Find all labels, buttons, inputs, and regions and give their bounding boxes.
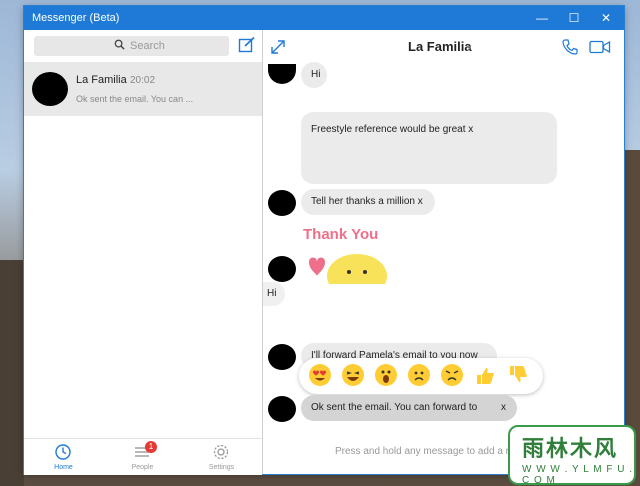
message-bubble[interactable]: Hi — [263, 282, 285, 306]
conversation-preview: Ok sent the email. You can ... — [76, 94, 194, 104]
clock-icon — [55, 444, 71, 460]
avatar — [268, 344, 296, 370]
message-bubble[interactable]: Hi — [301, 62, 327, 88]
notification-badge: 1 — [145, 441, 157, 453]
message-text: Freestyle reference would be great x — [311, 124, 474, 135]
watermark-url: W W W . Y L M F U . C O M — [522, 464, 634, 486]
message-text: Hi — [267, 288, 277, 299]
hint-text: Press and hold any message to add a r — [335, 446, 509, 457]
message-bubble[interactable]: Tell her thanks a million x — [301, 189, 435, 215]
chat-header: La Familia › — [263, 30, 624, 64]
sad-icon[interactable] — [408, 364, 430, 386]
phone-icon[interactable] — [561, 38, 579, 56]
maximize-button[interactable]: ☐ — [558, 6, 590, 30]
compose-icon[interactable] — [238, 36, 256, 54]
thank-you-sticker[interactable]: Thank You — [303, 226, 389, 284]
thumbs-down-icon[interactable] — [507, 364, 529, 386]
chevron-right-icon[interactable]: › — [467, 39, 471, 54]
message-text: Ok sent the email. You can forward to — [311, 402, 478, 413]
video-call-icon[interactable] — [589, 39, 611, 55]
nav-settings[interactable]: Settings — [182, 439, 261, 475]
search-icon — [114, 39, 125, 50]
gear-icon — [213, 444, 229, 460]
reaction-picker — [299, 358, 543, 394]
title-bar[interactable]: Messenger (Beta) — ☐ ✕ — [24, 6, 624, 30]
close-button[interactable]: ✕ — [590, 6, 622, 30]
heart-eyes-icon[interactable] — [309, 364, 331, 386]
nav-home-label: Home — [54, 464, 73, 471]
avatar — [268, 64, 296, 84]
window-title: Messenger (Beta) — [32, 12, 120, 24]
wow-icon[interactable] — [375, 364, 397, 386]
expand-icon[interactable] — [269, 38, 287, 56]
conversation-sidebar: Search La Familia 20:02 Ok sent the emai… — [24, 30, 263, 475]
laughing-icon[interactable] — [342, 364, 364, 386]
nav-people-label: People — [131, 464, 154, 471]
messenger-window: Messenger (Beta) — ☐ ✕ Search La Familia… — [24, 6, 624, 475]
avatar — [268, 256, 296, 282]
message-text: Tell her thanks a million x — [311, 196, 423, 207]
search-placeholder: Search — [130, 40, 165, 52]
search-input[interactable]: Search — [34, 36, 229, 56]
nav-settings-label: Settings — [208, 464, 235, 471]
avatar — [32, 72, 68, 106]
watermark-logo: 雨林木风 W W W . Y L M F U . C O M — [508, 425, 636, 486]
avatar — [268, 396, 296, 422]
angry-icon[interactable] — [441, 364, 463, 386]
nav-home[interactable]: Home — [24, 439, 103, 475]
nav-people[interactable]: 1 People — [103, 439, 182, 475]
chat-pane: La Familia › Hi Freestyle reference woul… — [263, 30, 624, 474]
chat-title[interactable]: La Familia — [408, 39, 472, 54]
message-text: Hi — [311, 69, 321, 80]
background-building-left — [0, 260, 24, 486]
bottom-navigation: Home 1 People Settings — [24, 438, 262, 475]
conversation-time: 20:02 — [130, 75, 156, 86]
sticker-text: Thank You — [303, 226, 379, 243]
message-bubble[interactable]: Freestyle reference would be great x — [301, 112, 557, 184]
conversation-name: La Familia — [76, 74, 127, 86]
watermark-text: 雨林木风 — [522, 436, 619, 461]
sticker-character-icon — [309, 254, 387, 284]
message-bubble[interactable]: Ok sent the email. You can forward to x — [301, 395, 517, 421]
thumbs-up-icon[interactable] — [474, 364, 496, 386]
conversation-item[interactable]: La Familia 20:02 Ok sent the email. You … — [24, 62, 262, 116]
minimize-button[interactable]: — — [526, 6, 558, 30]
avatar — [268, 190, 296, 216]
message-text: x — [501, 402, 506, 413]
